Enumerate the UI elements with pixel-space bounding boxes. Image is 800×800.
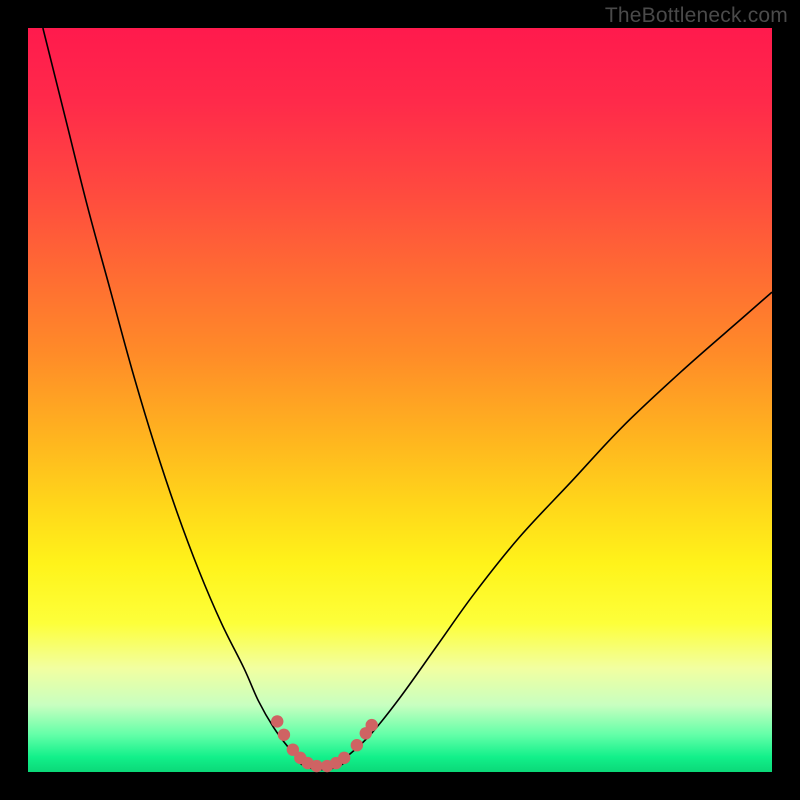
curve-right xyxy=(333,292,772,766)
marker-dot xyxy=(366,719,378,731)
chart-svg xyxy=(28,28,772,772)
curve-left xyxy=(43,28,311,766)
watermark-text: TheBottleneck.com xyxy=(605,4,788,28)
marker-dot xyxy=(278,729,290,741)
marker-dot xyxy=(338,752,350,764)
marker-dot xyxy=(271,715,283,727)
dots-group xyxy=(271,715,378,772)
marker-dot xyxy=(351,739,363,751)
chart-frame xyxy=(28,28,772,772)
